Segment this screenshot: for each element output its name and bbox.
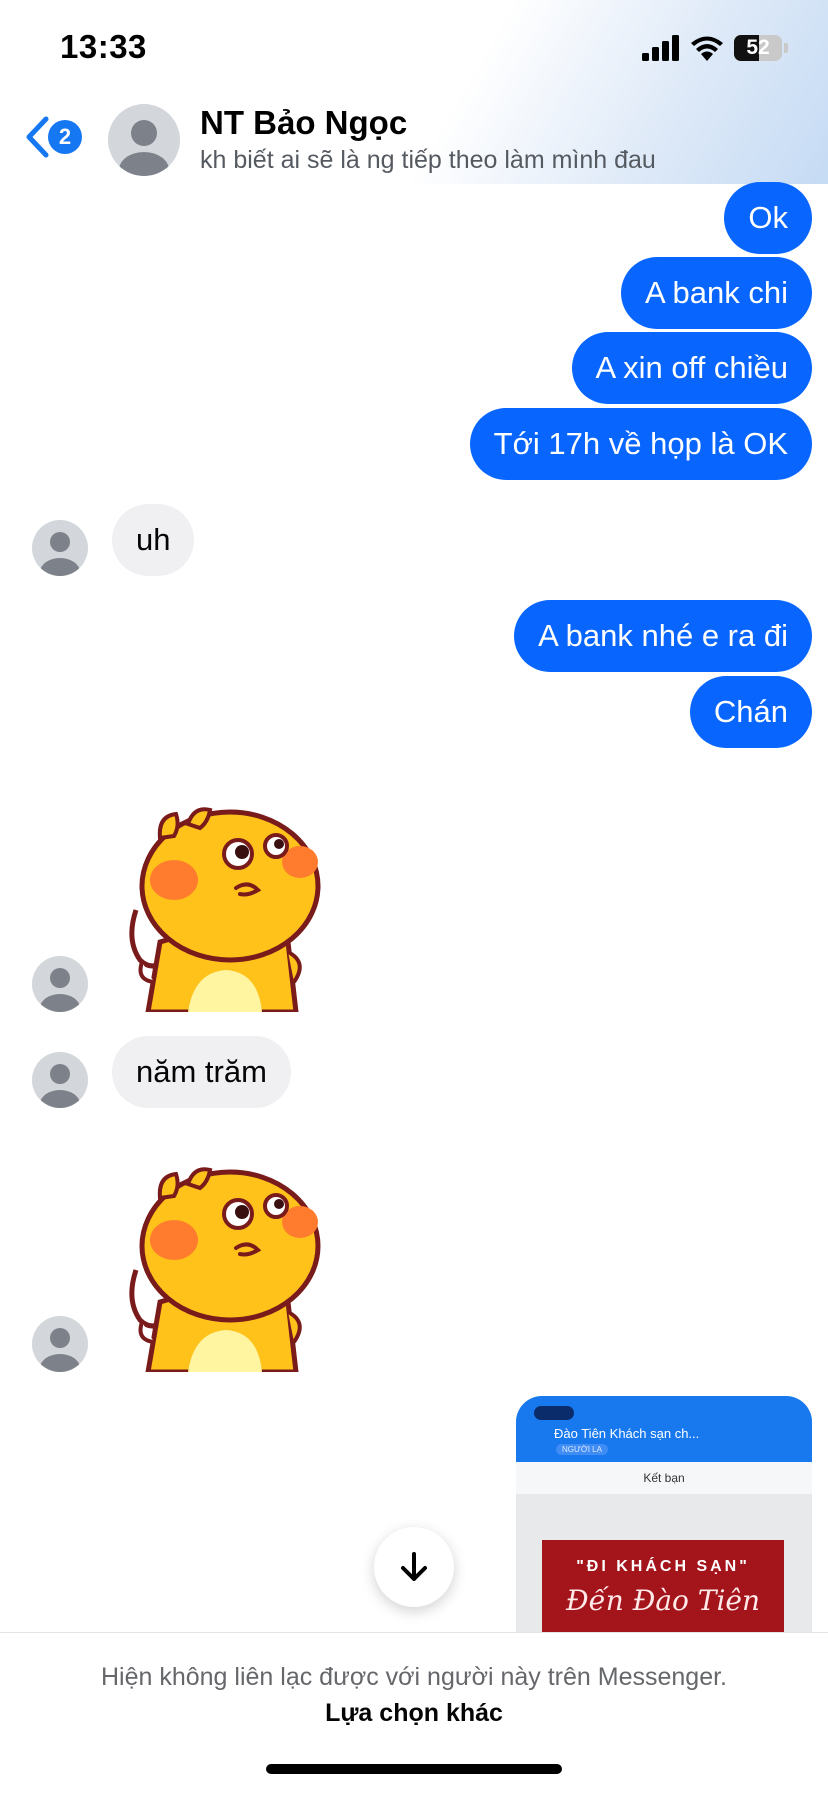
yellow-duck-sticker-icon[interactable] bbox=[118, 802, 328, 1012]
message-bubble-incoming[interactable]: uh bbox=[112, 504, 195, 576]
status-time: 13:33 bbox=[60, 28, 147, 65]
home-indicator[interactable] bbox=[266, 1764, 562, 1774]
status-icons: 52 bbox=[642, 34, 788, 62]
scroll-to-bottom-button[interactable] bbox=[374, 1527, 454, 1607]
battery-icon: 52 bbox=[734, 35, 782, 61]
attachment-subtitle: NGƯỜI LẠ bbox=[556, 1444, 608, 1455]
sender-avatar[interactable] bbox=[32, 956, 88, 1012]
unread-badge: 2 bbox=[48, 120, 82, 154]
default-user-icon bbox=[40, 1328, 80, 1372]
attachment-banner: "ĐI KHÁCH SẠN" Đến Đào Tiên bbox=[542, 1540, 784, 1632]
default-user-icon bbox=[40, 1064, 80, 1108]
default-user-icon bbox=[40, 968, 80, 1012]
message-bubble-outgoing[interactable]: Tới 17h về họp là OK bbox=[469, 408, 812, 480]
message-bubble-outgoing[interactable]: Chán bbox=[689, 676, 812, 748]
message-bubble-outgoing[interactable]: A bank nhé e ra đi bbox=[514, 600, 812, 672]
default-user-icon bbox=[40, 532, 80, 576]
battery-cap bbox=[784, 43, 788, 53]
banner-line-1: "ĐI KHÁCH SẠN" bbox=[576, 1558, 750, 1575]
sender-avatar[interactable] bbox=[32, 1316, 88, 1372]
contact-avatar[interactable] bbox=[108, 104, 180, 176]
other-options-link[interactable]: Lựa chọn khác bbox=[0, 1699, 828, 1728]
unavailable-message: Hiện không liên lạc được với người này t… bbox=[100, 1663, 727, 1691]
default-user-icon bbox=[119, 120, 169, 176]
wifi-icon bbox=[691, 36, 723, 61]
contact-name[interactable]: NT Bảo Ngọc bbox=[200, 104, 407, 142]
message-bubble-incoming[interactable]: năm trăm bbox=[112, 1036, 291, 1108]
attachment-title: Đào Tiên Khách sạn ch... bbox=[554, 1426, 700, 1441]
message-bubble-outgoing[interactable]: Ok bbox=[724, 182, 812, 254]
chevron-left-icon bbox=[26, 116, 49, 158]
message-bubble-outgoing[interactable]: A xin off chiều bbox=[571, 332, 812, 404]
back-button[interactable]: 2 bbox=[24, 116, 82, 158]
cellular-signal-icon bbox=[642, 35, 679, 61]
add-friend-label: Kết bạn bbox=[643, 1471, 685, 1485]
battery-level: 52 bbox=[746, 36, 770, 59]
image-attachment[interactable]: Đào Tiên Khách sạn ch... NGƯỜI LẠ Kết bạ… bbox=[516, 1396, 812, 1632]
add-friend-bar: Kết bạn bbox=[516, 1462, 812, 1494]
dynamic-island bbox=[534, 1406, 574, 1420]
contact-status: kh biết ai sẽ là ng tiếp theo làm mình đ… bbox=[200, 146, 656, 174]
attachment-topbar: Đào Tiên Khách sạn ch... NGƯỜI LẠ bbox=[516, 1396, 812, 1462]
arrow-down-icon bbox=[401, 1552, 427, 1581]
sender-avatar[interactable] bbox=[32, 1052, 88, 1108]
sender-avatar[interactable] bbox=[32, 520, 88, 576]
message-bubble-outgoing[interactable]: A bank chi bbox=[620, 257, 812, 329]
yellow-duck-sticker-icon[interactable] bbox=[118, 1162, 328, 1372]
banner-line-2: Đến Đào Tiên bbox=[565, 1584, 761, 1617]
